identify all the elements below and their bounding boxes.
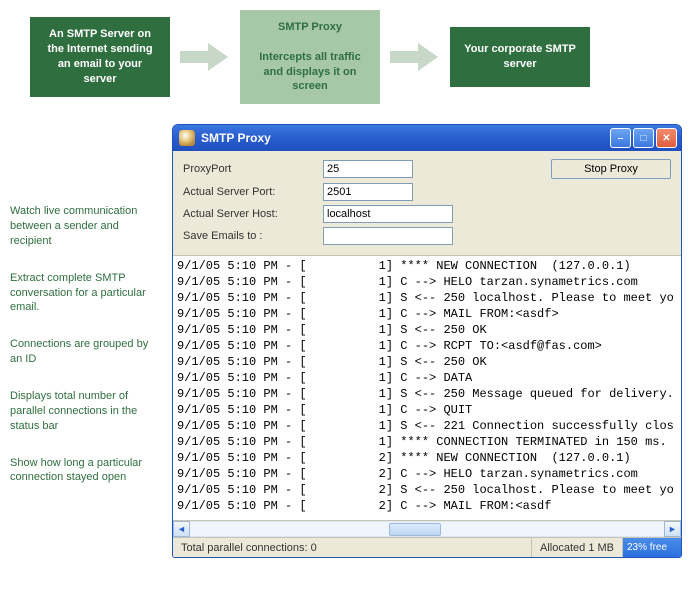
log-output[interactable]: 9/1/05 5:10 PM - [ 1] **** NEW CONNECTIO…: [173, 256, 681, 520]
config-form: ProxyPort Stop Proxy Actual Server Port:…: [173, 151, 681, 256]
note: Show how long a particular connection st…: [10, 456, 160, 486]
arrow-icon: [390, 43, 440, 71]
status-bar: Total parallel connections: 0 Allocated …: [173, 537, 681, 557]
scroll-track[interactable]: [190, 521, 664, 537]
scroll-right-icon[interactable]: ►: [664, 521, 681, 537]
scroll-thumb[interactable]: [389, 523, 441, 536]
proxy-port-label: ProxyPort: [183, 163, 323, 175]
flow-box-source: An SMTP Server on the Internet sending a…: [30, 17, 170, 96]
status-connections: Total parallel connections: 0: [173, 538, 532, 557]
side-notes: Watch live communication between a sende…: [10, 124, 160, 558]
minimize-button[interactable]: –: [610, 128, 631, 148]
server-port-label: Actual Server Port:: [183, 186, 323, 198]
save-emails-label: Save Emails to :: [183, 230, 323, 242]
close-button[interactable]: ✕: [656, 128, 677, 148]
proxy-port-input[interactable]: [323, 160, 413, 178]
maximize-button[interactable]: □: [633, 128, 654, 148]
java-icon: [179, 130, 195, 146]
flow-diagram: An SMTP Server on the Internet sending a…: [30, 10, 690, 104]
note: Displays total number of parallel connec…: [10, 389, 160, 434]
flow-box-proxy: SMTP Proxy Intercepts all traffic and di…: [240, 10, 380, 104]
server-host-input[interactable]: [323, 205, 453, 223]
note: Extract complete SMTP conversation for a…: [10, 271, 160, 316]
arrow-icon: [180, 43, 230, 71]
server-port-input[interactable]: [323, 183, 413, 201]
status-free: 23% free: [623, 538, 681, 557]
horizontal-scrollbar[interactable]: ◄ ►: [173, 520, 681, 537]
app-window: SMTP Proxy – □ ✕ ProxyPort Stop Proxy Ac…: [172, 124, 682, 558]
note: Watch live communication between a sende…: [10, 204, 160, 249]
stop-proxy-button[interactable]: Stop Proxy: [551, 159, 671, 179]
flow-box-target: Your corporate SMTP server: [450, 27, 590, 87]
status-allocated: Allocated 1 MB: [532, 538, 623, 557]
titlebar[interactable]: SMTP Proxy – □ ✕: [173, 125, 681, 151]
server-host-label: Actual Server Host:: [183, 208, 323, 220]
save-emails-input[interactable]: [323, 227, 453, 245]
scroll-left-icon[interactable]: ◄: [173, 521, 190, 537]
note: Connections are grouped by an ID: [10, 337, 160, 367]
window-title: SMTP Proxy: [201, 131, 271, 145]
